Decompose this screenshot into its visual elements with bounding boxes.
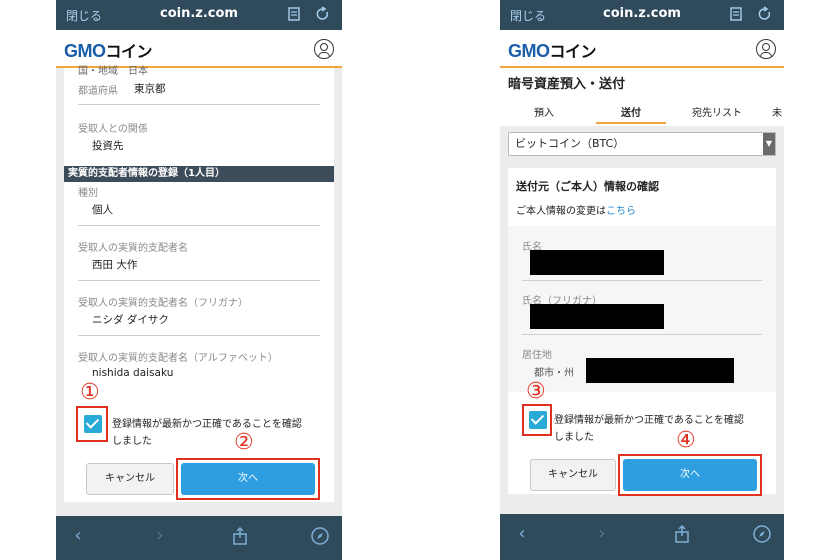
marker-2: ②: [234, 430, 254, 455]
share-icon[interactable]: [230, 526, 250, 546]
reload-icon[interactable]: [316, 6, 330, 22]
reload-icon[interactable]: [758, 6, 772, 22]
card-title: 送付元（ご本人）情報の確認: [516, 180, 659, 193]
owner-name-label: 受取人の実質的支配者名: [78, 243, 188, 254]
page-head: 暗号資産預入・送付 預入 送付 宛先リスト 未: [500, 68, 784, 126]
confirm-text: 登録情報が最新かつ正確であることを確認 しました: [112, 419, 302, 447]
type-value: 個人: [92, 204, 113, 216]
bookmark-icon[interactable]: [288, 7, 300, 21]
relation-value: 投資先: [92, 140, 124, 152]
section-title-bar: 実質的支配者情報の登録（1人目）: [64, 166, 334, 182]
forward-arrow-icon[interactable]: ›: [150, 526, 170, 546]
confirm-checkbox[interactable]: [529, 411, 547, 429]
owner-name-value: 西田 大作: [92, 259, 138, 271]
right-phone-screenshot: 閉じる coin.z.com GMOコイン 暗号資産預入・送付 預入 送付 宛先…: [500, 0, 784, 560]
share-icon[interactable]: [672, 524, 692, 544]
tab-more[interactable]: 未: [770, 104, 784, 122]
forward-arrow-icon[interactable]: ›: [592, 524, 612, 544]
bookmark-icon[interactable]: [730, 7, 742, 21]
browser-bottom-bar: ‹ ›: [56, 516, 342, 560]
confirm-checkbox[interactable]: [84, 415, 102, 433]
kana-redacted: [530, 304, 664, 329]
info-fields: 氏名 氏名（フリガナ） 居住地 都市・州: [508, 226, 776, 392]
owner-alpha-value: nishida daisaku: [92, 367, 174, 379]
owner-kana-value: ニシダ ダイサク: [92, 314, 169, 326]
type-label: 種別: [78, 188, 98, 199]
tab-deposit[interactable]: 預入: [516, 104, 572, 122]
cancel-button[interactable]: キャンセル: [530, 459, 616, 491]
browser-top-bar: 閉じる coin.z.com: [56, 0, 342, 30]
change-info-link[interactable]: こちら: [606, 206, 636, 217]
confirm-text: 登録情報が最新かつ正確であることを確認 しました: [554, 415, 744, 443]
back-arrow-icon[interactable]: ‹: [68, 526, 88, 546]
tab-send[interactable]: 送付: [596, 104, 666, 124]
user-icon[interactable]: [314, 39, 334, 59]
prefecture-value: 東京都: [134, 83, 166, 95]
compass-icon[interactable]: [752, 524, 772, 544]
marker-1: ①: [80, 380, 100, 405]
back-arrow-icon[interactable]: ‹: [512, 524, 532, 544]
owner-alpha-label: 受取人の実質的支配者名（アルファベット）: [78, 353, 278, 364]
site-header: GMOコイン: [500, 30, 784, 68]
next-button[interactable]: 次へ: [181, 463, 315, 495]
left-phone-screenshot: 閉じる coin.z.com GMOコイン 国・地域 日本 都道府県 東京都 受…: [56, 0, 342, 560]
user-icon[interactable]: [756, 39, 776, 59]
marker-3: ③: [526, 379, 546, 404]
browser-bottom-bar: ‹ ›: [500, 514, 784, 560]
browser-top-bar: 閉じる coin.z.com: [500, 0, 784, 30]
gmo-coin-logo[interactable]: GMOコイン: [508, 38, 597, 62]
owner-fields: 種別 個人 受取人の実質的支配者名 西田 大作 受取人の実質的支配者名（フリガナ…: [64, 182, 334, 392]
compass-icon[interactable]: [310, 526, 330, 546]
currency-select-value: ビットコイン（BTC）: [515, 137, 625, 150]
relation-label: 受取人との関係: [78, 124, 148, 135]
country-value-cut: 国・地域 日本: [78, 66, 148, 77]
name-redacted: [530, 250, 664, 275]
city-redacted: [586, 358, 734, 383]
city-label: 都市・州: [534, 368, 574, 379]
owner-kana-label: 受取人の実質的支配者名（フリガナ）: [78, 298, 248, 309]
cancel-button[interactable]: キャンセル: [86, 463, 174, 495]
prefecture-label: 都道府県: [78, 86, 118, 97]
next-button[interactable]: 次へ: [623, 459, 757, 491]
address-label: 居住地: [522, 350, 552, 361]
tab-address-list[interactable]: 宛先リスト: [684, 104, 750, 122]
change-info-line: ご本人情報の変更はこちら: [516, 206, 636, 217]
gmo-coin-logo[interactable]: GMOコイン: [64, 38, 153, 62]
marker-4: ④: [676, 428, 696, 453]
chevron-down-icon: ▼: [763, 133, 775, 155]
page-title: 暗号資産預入・送付: [508, 77, 626, 92]
currency-select[interactable]: ビットコイン（BTC） ▼: [508, 132, 776, 156]
